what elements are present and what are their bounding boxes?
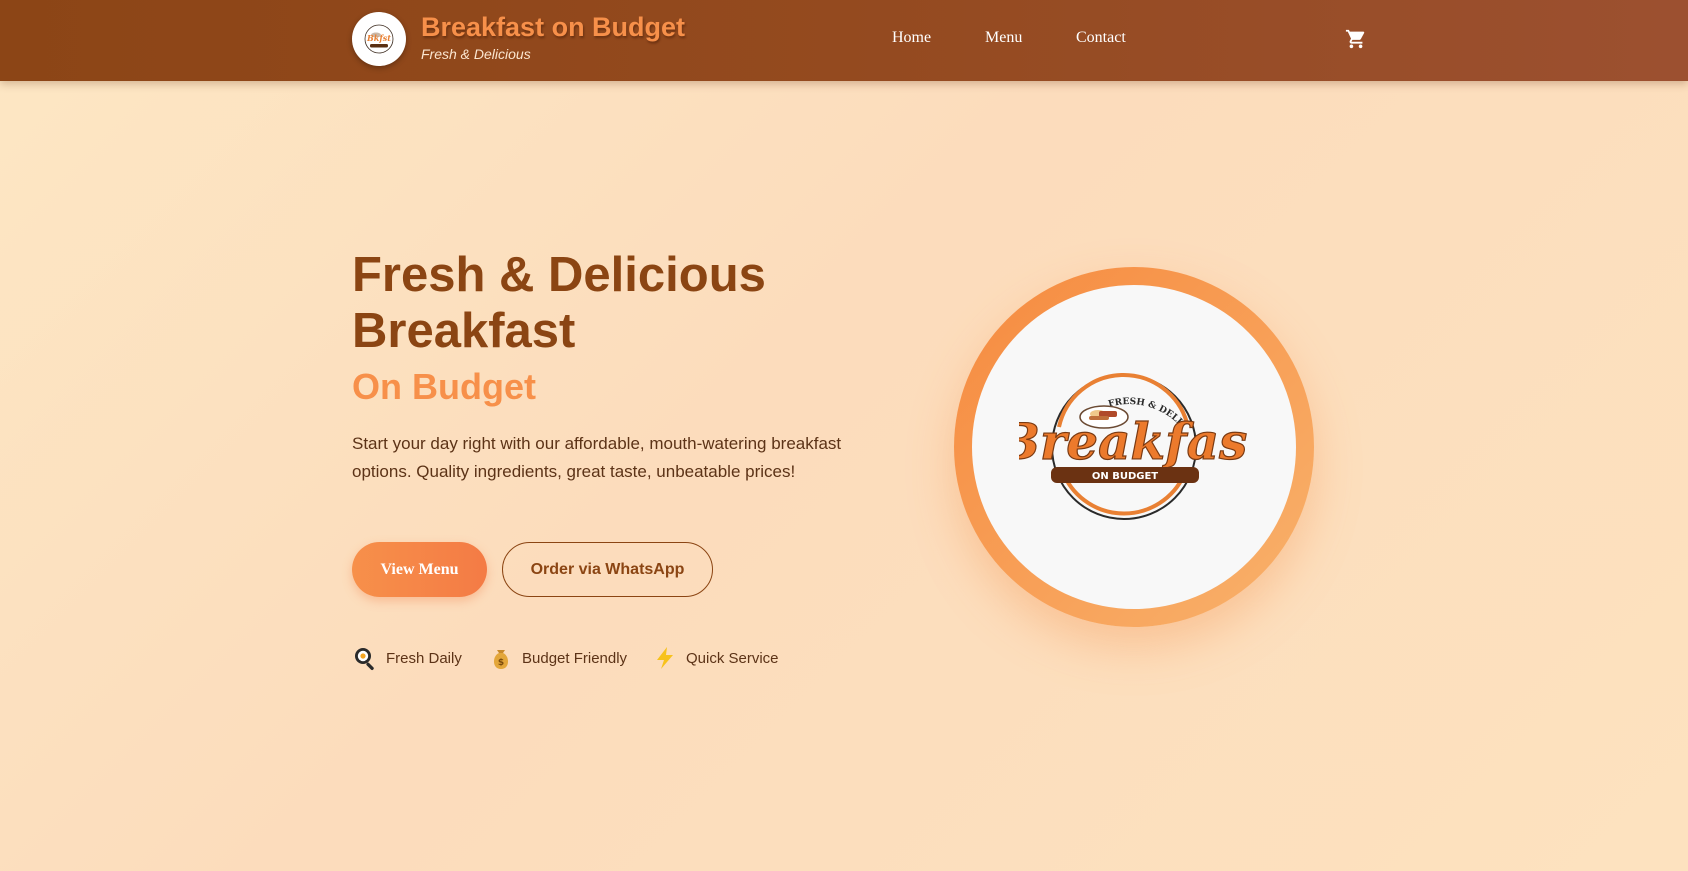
svg-text:Bkfst: Bkfst [366, 33, 391, 43]
feature-label: Budget Friendly [522, 649, 628, 667]
feature-quick-service: Quick Service [652, 645, 779, 671]
hero-description: Start your day right with our affordable… [352, 434, 842, 481]
brand-title: Breakfast on Budget [421, 12, 686, 42]
hero-logo-disc: FRESH & DELICIOUS Breakfast ON BUDGET [972, 285, 1296, 609]
view-menu-button[interactable]: View Menu [352, 542, 487, 597]
feature-label: Quick Service [686, 649, 779, 667]
hero-title: Fresh & Delicious Breakfast [352, 248, 766, 358]
hero-subtitle: On Budget [352, 366, 536, 407]
feature-budget-friendly: $ Budget Friendly [488, 645, 627, 671]
logo-wordmark: Breakfast [1019, 412, 1249, 471]
frying-pan-icon [352, 645, 378, 671]
feature-label: Fresh Daily [386, 649, 462, 667]
feature-fresh-daily: Fresh Daily [352, 645, 462, 671]
nav-menu-link[interactable]: Menu [985, 29, 1022, 47]
breakfast-on-budget-logo: FRESH & DELICIOUS Breakfast ON BUDGET [1019, 367, 1249, 520]
order-whatsapp-button[interactable]: Order via WhatsApp [502, 542, 713, 597]
lightning-icon [652, 645, 678, 671]
svg-text:$: $ [498, 658, 504, 668]
navbar: Bkfst Breakfast on Budget Fresh & Delici… [0, 0, 1688, 81]
nav-home-link[interactable]: Home [892, 29, 931, 47]
logo-banner-text: ON BUDGET [1092, 471, 1158, 482]
hero-logo-ring: FRESH & DELICIOUS Breakfast ON BUDGET [954, 267, 1314, 627]
breakfast-logo-icon: Bkfst [364, 24, 394, 54]
brand-logo[interactable]: Bkfst [352, 12, 406, 66]
money-bag-icon: $ [488, 645, 514, 671]
nav-contact-link[interactable]: Contact [1076, 29, 1126, 47]
brand-tagline: Fresh & Delicious [421, 46, 531, 62]
shopping-cart-icon[interactable] [1345, 28, 1367, 50]
